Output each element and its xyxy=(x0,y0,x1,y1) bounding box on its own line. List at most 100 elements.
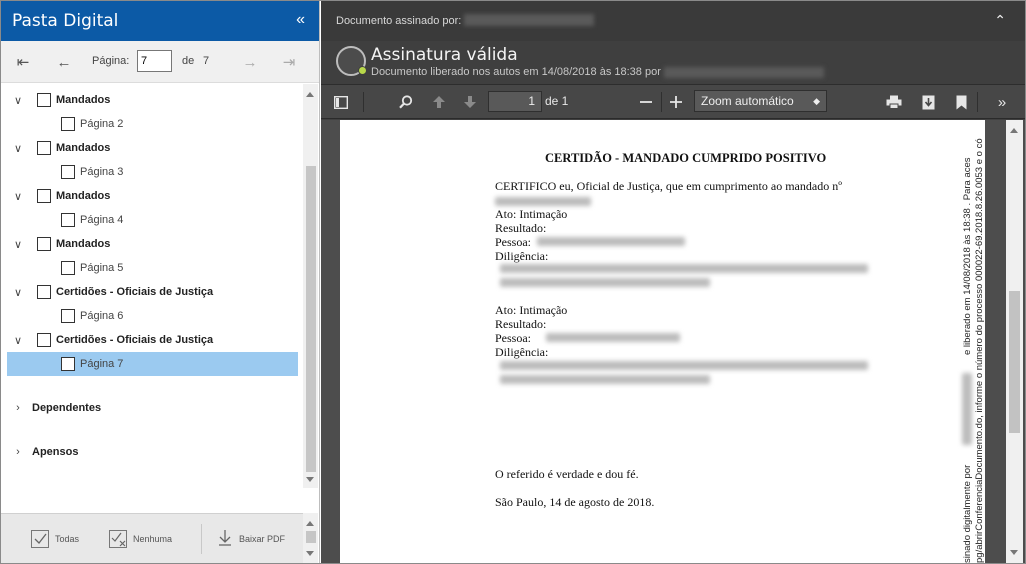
tree-group-row[interactable]: ∨ Mandados xyxy=(1,88,303,112)
redacted-text xyxy=(962,373,972,445)
diligencia-line: Diligência: xyxy=(495,345,549,359)
chevron-double-up-icon[interactable]: ⌃ xyxy=(994,12,1006,29)
tree-group-label: Mandados xyxy=(56,190,111,202)
tree-group-row[interactable]: ∨ Mandados xyxy=(1,136,303,160)
checkbox[interactable] xyxy=(37,333,51,347)
checkbox[interactable] xyxy=(61,357,75,371)
chevron-down-icon[interactable]: ∨ xyxy=(12,142,24,155)
select-all-button[interactable]: Todas xyxy=(31,526,79,552)
tree-section-apensos[interactable]: › Apensos xyxy=(1,440,303,464)
previous-page-icon[interactable]: ← xyxy=(53,52,75,72)
panel-header: Pasta Digital « xyxy=(1,1,319,41)
check-all-icon xyxy=(31,530,49,548)
footer-scrollbar[interactable] xyxy=(303,513,318,563)
signature-status-title: Assinatura válida xyxy=(371,45,518,65)
checkbox[interactable] xyxy=(37,93,51,107)
chevron-down-icon[interactable]: ∨ xyxy=(12,286,24,299)
diligencia-line: Diligência: xyxy=(495,249,549,263)
tree-section-dependentes[interactable]: › Dependentes xyxy=(1,396,303,420)
checkbox[interactable] xyxy=(61,309,75,323)
tree-page-label: Página 3 xyxy=(80,166,124,178)
scroll-up-icon[interactable] xyxy=(306,92,314,97)
download-icon[interactable] xyxy=(918,93,938,111)
tree-page-label: Página 7 xyxy=(80,358,124,370)
chevron-right-icon[interactable]: › xyxy=(12,402,24,414)
redacted-text xyxy=(500,361,868,370)
closing-line: O referido é verdade e dou fé. xyxy=(495,467,639,481)
valid-dot-icon xyxy=(358,66,367,75)
scroll-down-icon[interactable] xyxy=(306,477,314,482)
zoom-select[interactable]: Zoom automático ◆ xyxy=(694,90,827,112)
chevron-down-icon[interactable]: ∨ xyxy=(12,238,24,251)
download-pdf-button[interactable]: Baixar PDF xyxy=(218,526,285,552)
checkbox[interactable] xyxy=(37,237,51,251)
tree-group-label: Mandados xyxy=(56,238,111,250)
select-caret-icon: ◆ xyxy=(813,96,820,106)
signature-note-line-1b: e liberado em 14/08/2018 às 18:38 . Para… xyxy=(962,157,973,355)
pessoa-line: Pessoa: xyxy=(495,235,531,249)
double-chevron-left-icon[interactable]: « xyxy=(296,11,305,29)
tree-page-row[interactable]: Página 3 xyxy=(1,160,303,184)
scrollbar-thumb[interactable] xyxy=(306,166,316,472)
previous-page-arrow-icon[interactable] xyxy=(429,93,449,111)
tree-page-row[interactable]: Página 6 xyxy=(1,304,303,328)
select-none-button[interactable]: Nenhuma xyxy=(109,526,172,552)
print-icon[interactable] xyxy=(884,93,904,111)
page-navigator: ⇤ ← Página: de 7 → ⇥ xyxy=(1,41,319,83)
tree-scrollbar[interactable] xyxy=(303,84,318,488)
redacted-text xyxy=(500,278,710,287)
download-icon xyxy=(218,529,232,549)
tree-group-row[interactable]: ∨ Mandados xyxy=(1,232,303,256)
document-tree: ∨ Mandados Página 2 ∨ Mandados Página 3 … xyxy=(1,84,303,488)
pessoa-line: Pessoa: xyxy=(495,331,531,345)
scroll-up-icon[interactable] xyxy=(306,521,314,526)
tree-page-row[interactable]: Página 2 xyxy=(1,112,303,136)
chevron-down-icon[interactable]: ∨ xyxy=(12,94,24,107)
scroll-down-icon[interactable] xyxy=(1010,550,1018,555)
tree-page-row[interactable]: Página 5 xyxy=(1,256,303,280)
tree-page-row-selected[interactable]: Página 7 xyxy=(7,352,298,376)
tree-page-row[interactable]: Página 4 xyxy=(1,208,303,232)
checkbox[interactable] xyxy=(37,141,51,155)
tree-group-row[interactable]: ∨ Mandados xyxy=(1,184,303,208)
checkbox[interactable] xyxy=(37,189,51,203)
tree-page-label: Página 4 xyxy=(80,214,124,226)
checkbox[interactable] xyxy=(61,261,75,275)
first-page-icon[interactable]: ⇤ xyxy=(12,52,34,72)
scrollbar-thumb[interactable] xyxy=(1009,291,1020,433)
last-page-icon[interactable]: ⇥ xyxy=(278,52,300,72)
signature-note-line-2: pg/abrirConferenciaDocumento.do, informe… xyxy=(974,138,985,563)
viewer-page-input[interactable]: 1 xyxy=(488,91,542,112)
checkbox[interactable] xyxy=(37,285,51,299)
pdf-viewport[interactable]: CERTIDÃO - MANDADO CUMPRIDO POSITIVO CER… xyxy=(321,120,1025,563)
checkbox[interactable] xyxy=(61,165,75,179)
next-page-icon[interactable]: → xyxy=(239,52,261,72)
scrollbar-thumb[interactable] xyxy=(306,531,316,543)
chevron-down-icon[interactable]: ∨ xyxy=(12,190,24,203)
chevron-right-icon[interactable]: › xyxy=(12,446,24,458)
zoom-in-icon[interactable] xyxy=(666,93,686,111)
page-number-input[interactable] xyxy=(137,50,172,72)
tree-section-label: Apensos xyxy=(32,446,79,458)
checkbox[interactable] xyxy=(61,117,75,131)
chevron-down-icon[interactable]: ∨ xyxy=(12,334,24,347)
search-icon[interactable] xyxy=(396,93,416,111)
bookmark-icon[interactable] xyxy=(951,93,971,111)
sidebar-toggle-icon[interactable] xyxy=(331,93,351,111)
next-page-arrow-icon[interactable] xyxy=(460,93,480,111)
resultado-line: Resultado: xyxy=(495,317,547,331)
tree-group-label: Certidões - Oficiais de Justiça xyxy=(56,286,214,298)
zoom-out-icon[interactable] xyxy=(636,93,656,111)
viewer-scrollbar[interactable] xyxy=(1006,120,1023,563)
tree-group-label: Certidões - Oficiais de Justiça xyxy=(56,334,214,346)
double-chevron-right-icon[interactable]: » xyxy=(992,93,1012,111)
tree-group-row[interactable]: ∨ Certidões - Oficiais de Justiça xyxy=(1,328,303,352)
pdf-toolbar: 1 de 1 Zoom automático ◆ » xyxy=(321,85,1025,119)
check-none-icon xyxy=(109,530,127,548)
vertical-signature-note: sinado digitalmente por e liberado em 14… xyxy=(961,120,985,563)
scroll-down-icon[interactable] xyxy=(306,551,314,556)
scroll-up-icon[interactable] xyxy=(1010,128,1018,133)
signer-bar: Documento assinado por: ⌃ xyxy=(321,1,1025,41)
checkbox[interactable] xyxy=(61,213,75,227)
tree-group-row[interactable]: ∨ Certidões - Oficiais de Justiça xyxy=(1,280,303,304)
